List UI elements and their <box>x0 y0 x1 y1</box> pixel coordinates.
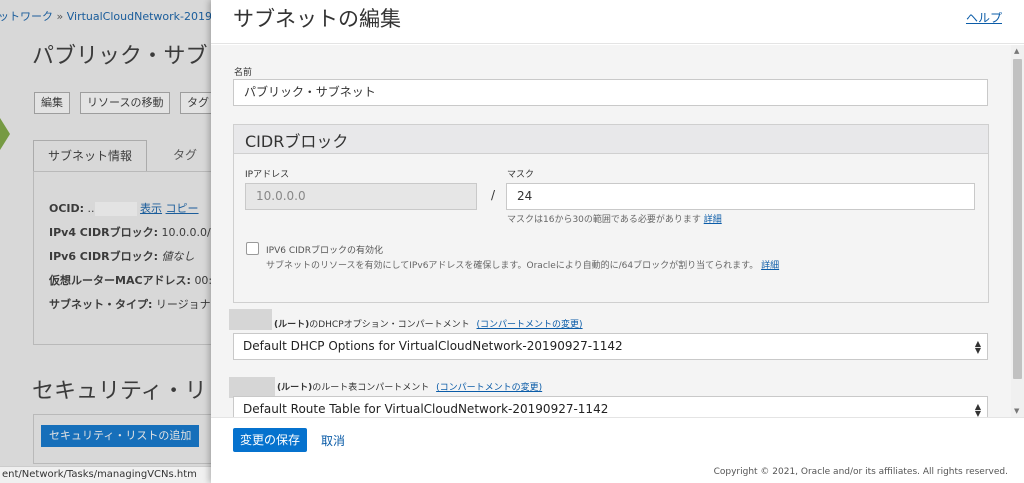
ipv6-hint: サブネットのリソースを有効にしてIPv6アドレスを確保します。Oracleにより… <box>266 258 779 271</box>
scroll-down-icon[interactable]: ▼ <box>1014 407 1019 415</box>
name-input[interactable]: パブリック・サブネット <box>233 79 988 106</box>
dhcp-label-text: のDHCPオプション・コンパートメント <box>309 320 470 330</box>
mask-hint-text: マスクは16から30の範囲である必要があります <box>507 215 701 225</box>
dhcp-options-select[interactable]: Default DHCP Options for VirtualCloudNet… <box>233 333 988 360</box>
route-root-label: (ルート) <box>277 383 313 393</box>
compartment-name-redacted <box>229 309 272 330</box>
ipv6-checkbox-label: IPV6 CIDRブロックの有効化 <box>266 246 383 256</box>
cidr-block-section: CIDRブロック IPアドレス 10.0.0.0 / マスク 24 マスクは16… <box>233 124 989 303</box>
cancel-button[interactable]: 取消 <box>321 432 345 449</box>
dialog-title: サブネットの編集 <box>233 7 401 31</box>
edit-subnet-dialog: サブネットの編集 ヘルプ 名前 パブリック・サブネット CIDRブロック IPア… <box>211 0 1024 483</box>
select-updown-icon: ▲ ▼ <box>974 339 981 355</box>
dhcp-change-compartment-link[interactable]: (コンパートメントの変更) <box>477 320 583 330</box>
ip-address-input: 10.0.0.0 <box>245 183 477 210</box>
ipv6-details-link[interactable]: 詳細 <box>761 261 779 271</box>
status-bar-url: ent/Network/Tasks/managingVCNs.htm <box>0 466 212 483</box>
route-compartment-label: (ルート)のルート表コンパートメント (コンパートメントの変更) <box>277 380 542 393</box>
help-link[interactable]: ヘルプ <box>966 9 1002 26</box>
mask-details-link[interactable]: 詳細 <box>704 215 722 225</box>
save-changes-button[interactable]: 変更の保存 <box>233 428 308 452</box>
name-label: 名前 <box>234 68 253 78</box>
route-label-text: のルート表コンパートメント <box>312 383 430 393</box>
mask-hint: マスクは16から30の範囲である必要があります 詳細 <box>507 212 722 225</box>
select-updown-icon: ▲ ▼ <box>974 402 981 418</box>
ip-address-label: IPアドレス <box>245 170 290 180</box>
ipv6-enable-checkbox[interactable] <box>246 242 259 255</box>
route-table-value: Default Route Table for VirtualCloudNetw… <box>243 402 609 416</box>
mask-label: マスク <box>507 170 535 180</box>
mask-input[interactable]: 24 <box>506 183 975 210</box>
scrollbar-thumb[interactable] <box>1013 59 1022 379</box>
cidr-slash: / <box>491 188 496 202</box>
scroll-up-icon[interactable]: ▲ <box>1014 47 1019 55</box>
cidr-block-header: CIDRブロック <box>234 125 988 154</box>
dialog-body: 名前 パブリック・サブネット CIDRブロック IPアドレス 10.0.0.0 … <box>211 45 1011 417</box>
dhcp-compartment-label: (ルート)のDHCPオプション・コンパートメント (コンパートメントの変更) <box>274 317 583 330</box>
dhcp-options-value: Default DHCP Options for VirtualCloudNet… <box>243 339 623 353</box>
dialog-footer: 変更の保存 取消 Copyright © 2021, Oracle and/or… <box>211 417 1024 483</box>
dhcp-root-label: (ルート) <box>274 320 310 330</box>
dialog-scrollbar[interactable]: ▲ ▼ <box>1011 45 1024 417</box>
route-change-compartment-link[interactable]: (コンパートメントの変更) <box>436 383 542 393</box>
dialog-header: サブネットの編集 ヘルプ <box>211 0 1024 44</box>
compartment-name-redacted-2 <box>229 377 275 398</box>
cidr-block-title: CIDRブロック <box>245 132 349 151</box>
ipv6-hint-text: サブネットのリソースを有効にしてIPv6アドレスを確保します。Oracleにより… <box>266 261 759 271</box>
route-table-select[interactable]: Default Route Table for VirtualCloudNetw… <box>233 396 988 417</box>
copyright-text: Copyright © 2021, Oracle and/or its affi… <box>713 467 1008 477</box>
